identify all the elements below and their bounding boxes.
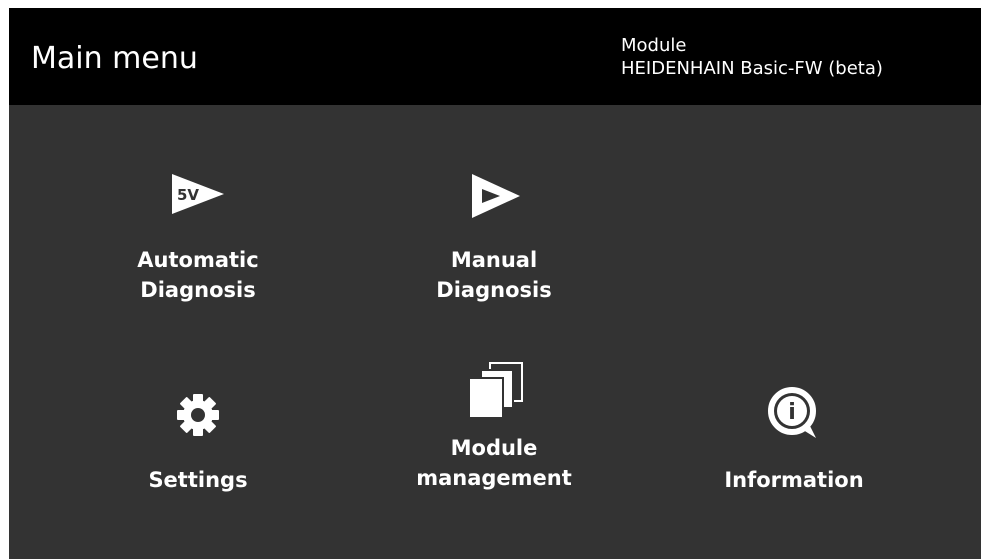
label-line-1: Manual xyxy=(450,248,538,272)
page-title: Main menu xyxy=(31,41,198,76)
info-glyph: i xyxy=(788,400,796,425)
label-line-1: Automatic xyxy=(137,248,259,272)
label-line-2: Diagnosis xyxy=(140,278,256,302)
play-5v-icon: 5V xyxy=(98,170,298,230)
label-line-1: Settings xyxy=(148,468,248,492)
icon-5v-text: 5V xyxy=(177,186,199,204)
module-caption: Module xyxy=(621,35,687,56)
module-info: Module HEIDENHAIN Basic-FW (beta) xyxy=(621,34,883,80)
settings-label: Settings xyxy=(98,465,298,495)
app-screen: Main menu Module HEIDENHAIN Basic-FW (be… xyxy=(9,8,981,559)
windows-stack-icon xyxy=(394,360,594,420)
module-name: HEIDENHAIN Basic-FW (beta) xyxy=(621,58,883,79)
automatic-diagnosis-label: Automatic Diagnosis xyxy=(98,245,298,305)
information-button[interactable]: i Information xyxy=(694,358,894,508)
automatic-diagnosis-button[interactable]: 5V Automatic Diagnosis xyxy=(98,158,298,308)
information-label: Information xyxy=(694,465,894,495)
label-line-1: Information xyxy=(724,468,864,492)
module-management-button[interactable]: Module management xyxy=(394,358,594,508)
label-line-2: management xyxy=(416,466,572,490)
header-bar: Main menu Module HEIDENHAIN Basic-FW (be… xyxy=(9,8,981,105)
module-management-label: Module management xyxy=(394,433,594,493)
settings-button[interactable]: Settings xyxy=(98,358,298,508)
label-line-1: Module xyxy=(450,436,538,460)
info-speech-bubble-icon: i xyxy=(694,386,894,446)
manual-diagnosis-button[interactable]: Manual Diagnosis xyxy=(394,158,594,308)
play-outline-icon xyxy=(394,170,594,230)
manual-diagnosis-label: Manual Diagnosis xyxy=(394,245,594,305)
gear-icon xyxy=(98,390,298,450)
label-line-2: Diagnosis xyxy=(436,278,552,302)
